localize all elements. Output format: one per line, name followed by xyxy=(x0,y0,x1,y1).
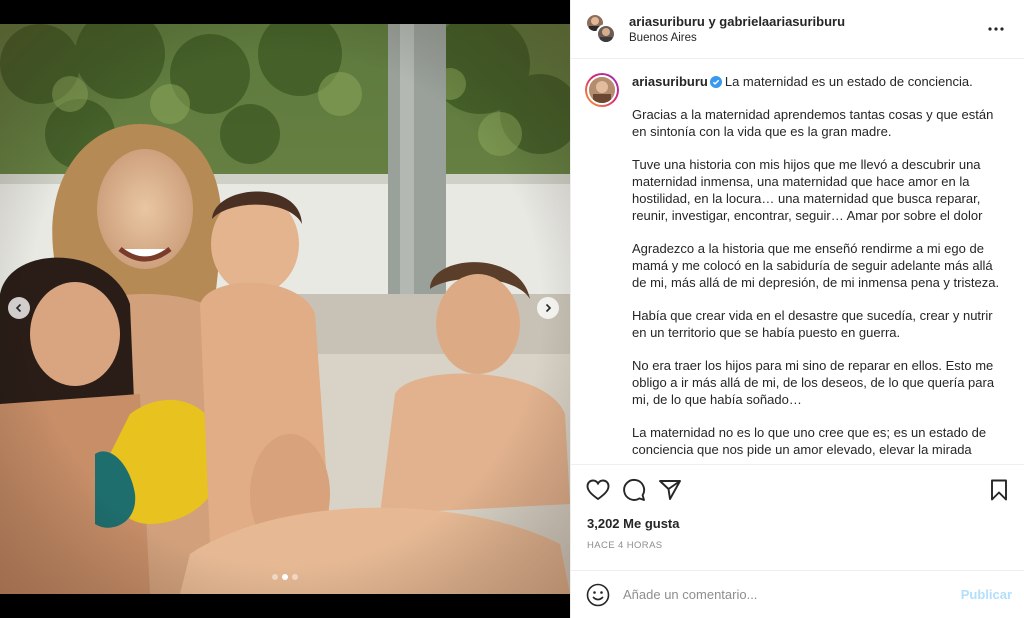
like-button[interactable] xyxy=(585,477,611,503)
send-icon xyxy=(659,479,681,500)
carousel-prev-button[interactable] xyxy=(8,297,30,319)
heart-icon xyxy=(586,479,610,500)
caption-username[interactable]: ariasuriburu xyxy=(632,74,708,89)
carousel-indicator xyxy=(272,574,298,580)
carousel-dot xyxy=(292,574,298,580)
post-media xyxy=(0,0,570,618)
save-button[interactable] xyxy=(986,477,1012,503)
post-photo xyxy=(0,24,570,594)
post-header: ariasuriburu y gabrielaariasuriburu Buen… xyxy=(571,0,1024,59)
caption-paragraph: No era traer los hijos para mi sino de r… xyxy=(632,358,995,407)
verified-badge-icon xyxy=(709,76,722,88)
comment-button[interactable] xyxy=(621,477,647,503)
post-details-panel: ariasuriburu y gabrielaariasuriburu Buen… xyxy=(570,0,1024,618)
more-options-button[interactable] xyxy=(984,17,1008,41)
caption-body: ariasuriburu La maternidad es un estado d… xyxy=(632,73,1002,458)
chevron-right-icon xyxy=(545,303,552,313)
post-timestamp[interactable]: HACE 4 HORAS xyxy=(571,539,1024,553)
caption-scroll-area[interactable]: ariasuriburu La maternidad es un estado d… xyxy=(571,59,1024,464)
avatar xyxy=(596,24,616,44)
carousel-next-button[interactable] xyxy=(537,297,559,319)
bookmark-icon xyxy=(991,479,1007,500)
action-bar xyxy=(571,464,1024,514)
comment-input[interactable] xyxy=(623,587,961,602)
caption-first-line: La maternidad es un estado de conciencia… xyxy=(724,74,973,89)
carousel-dot-active xyxy=(282,574,288,580)
carousel-dot xyxy=(272,574,278,580)
comment-icon xyxy=(623,478,646,501)
avatar xyxy=(587,75,617,105)
share-button[interactable] xyxy=(657,477,683,503)
emoji-smile-icon xyxy=(586,583,610,606)
chevron-left-icon xyxy=(15,303,22,313)
header-text: ariasuriburu y gabrielaariasuriburu Buen… xyxy=(629,13,984,46)
more-horizontal-icon xyxy=(988,27,1004,31)
emoji-button[interactable] xyxy=(585,582,611,608)
caption-paragraph: Gracias a la maternidad aprendemos tanta… xyxy=(632,107,994,139)
publish-comment-button[interactable]: Publicar xyxy=(961,587,1012,602)
caption-paragraph: Había que crear vida en el desastre que … xyxy=(632,308,993,340)
comment-composer: Publicar xyxy=(571,570,1024,618)
caption: ariasuriburu La maternidad es un estado d… xyxy=(585,73,1008,458)
post-location[interactable]: Buenos Aires xyxy=(629,30,984,46)
caption-avatar-ring[interactable] xyxy=(585,73,619,107)
likes-count[interactable]: 3,202 Me gusta xyxy=(571,514,1024,534)
collab-avatars[interactable] xyxy=(585,13,617,45)
caption-paragraph: Agradezco a la historia que me enseñó re… xyxy=(632,241,1000,290)
caption-paragraph: Tuve una historia con mis hijos que me l… xyxy=(632,157,983,223)
post-viewer: ariasuriburu y gabrielaariasuriburu Buen… xyxy=(0,0,1024,618)
caption-paragraph: La maternidad no es lo que uno cree que … xyxy=(632,425,987,457)
post-author-names[interactable]: ariasuriburu y gabrielaariasuriburu xyxy=(629,13,984,30)
